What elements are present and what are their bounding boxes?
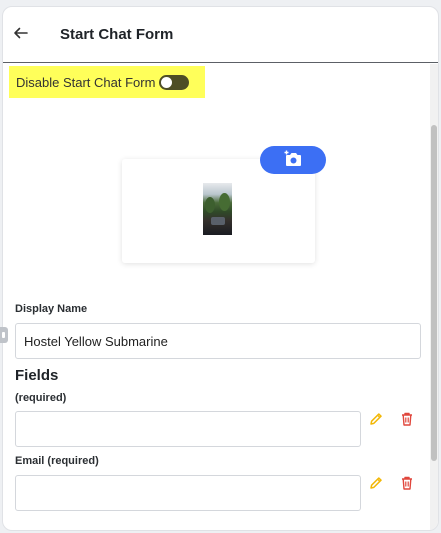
header: Start Chat Form bbox=[3, 7, 438, 63]
field-label: Email (required) bbox=[15, 455, 99, 467]
disable-form-toggle[interactable] bbox=[159, 75, 189, 90]
field-input[interactable] bbox=[15, 475, 361, 511]
scrollbar-thumb[interactable] bbox=[431, 125, 437, 461]
toggle-knob bbox=[161, 77, 172, 88]
page-title: Start Chat Form bbox=[60, 26, 174, 43]
camera-add-icon bbox=[283, 150, 303, 171]
pencil-icon[interactable] bbox=[368, 411, 384, 427]
fields-title: Fields bbox=[15, 367, 59, 384]
disable-form-row: Disable Start Chat Form bbox=[9, 66, 205, 98]
upload-image-button[interactable] bbox=[260, 146, 326, 174]
display-name-input[interactable]: Hostel Yellow Submarine bbox=[15, 323, 421, 359]
pencil-icon[interactable] bbox=[368, 475, 384, 491]
field-label: (required) bbox=[15, 392, 67, 404]
back-arrow-icon[interactable] bbox=[12, 24, 30, 42]
trash-icon[interactable] bbox=[399, 411, 415, 427]
uploaded-image-thumbnail bbox=[203, 183, 232, 235]
start-chat-form-panel: Start Chat Form Disable Start Chat Form … bbox=[2, 6, 439, 531]
disable-form-label: Disable Start Chat Form bbox=[16, 75, 156, 90]
field-input[interactable] bbox=[15, 411, 361, 447]
trash-icon[interactable] bbox=[399, 475, 415, 491]
scrollbar-track[interactable] bbox=[430, 64, 438, 530]
avatar-image-card bbox=[122, 159, 315, 263]
display-name-label: Display Name bbox=[15, 303, 88, 315]
side-drawer-handle[interactable] bbox=[0, 327, 8, 343]
